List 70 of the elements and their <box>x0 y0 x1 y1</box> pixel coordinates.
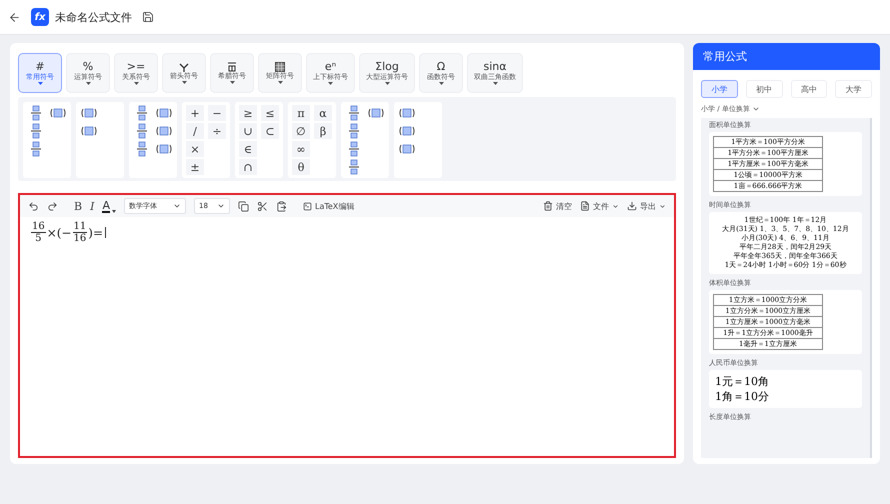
symbol-key[interactable]: + <box>186 105 204 121</box>
cut-icon[interactable] <box>256 200 268 212</box>
symbol-key[interactable]: α <box>314 105 332 121</box>
caret-icon <box>492 82 498 85</box>
symbol-key[interactable]: ± <box>186 159 204 175</box>
text-cursor <box>105 227 106 238</box>
symbol-key[interactable]: π <box>292 105 310 121</box>
file-title: 未命名公式文件 <box>55 10 132 24</box>
symbol-key[interactable]: ∩ <box>239 159 257 175</box>
caret-icon <box>134 82 138 85</box>
formula-line: 1角＝10分 <box>714 389 769 404</box>
chevron-down-icon <box>752 105 760 113</box>
symbol-key[interactable]: ⊂ <box>261 123 279 139</box>
fork-arrow-icon <box>178 62 190 72</box>
chevron-down-icon <box>172 202 181 210</box>
caret-icon <box>38 82 42 85</box>
fraction: 11 16 <box>72 221 88 244</box>
paste-icon[interactable] <box>276 200 287 212</box>
file-icon <box>580 201 590 211</box>
caret-icon <box>278 81 282 84</box>
symbol-key[interactable]: − <box>208 105 226 121</box>
formula-line: 1元＝10角 <box>714 374 769 389</box>
caret-icon <box>384 82 390 85</box>
download-icon <box>627 201 637 211</box>
save-icon[interactable] <box>142 11 154 23</box>
trash-icon <box>543 201 553 211</box>
chevron-down-icon <box>659 202 666 210</box>
symbol-key[interactable]: × <box>186 141 204 157</box>
caret-icon <box>438 82 444 85</box>
copy-icon[interactable] <box>238 200 249 212</box>
caret-icon <box>112 210 116 212</box>
symbol-key[interactable]: ∅ <box>292 123 310 139</box>
symbol-key[interactable]: ∪ <box>239 123 257 139</box>
level-tab[interactable]: 初中 <box>746 80 782 98</box>
fraction: 16 5 <box>31 221 46 244</box>
level-tab[interactable]: 大学 <box>835 80 872 98</box>
file-menu[interactable]: 文件 <box>580 200 619 212</box>
app-logo: fx <box>31 8 49 26</box>
clear-button[interactable]: 清空 <box>543 200 572 212</box>
symbol-key[interactable]: ÷ <box>208 123 226 139</box>
caret-icon <box>86 82 90 85</box>
symbol-key[interactable]: ≤ <box>261 105 279 121</box>
symbol-key[interactable]: ∞ <box>292 141 310 157</box>
chevron-down-icon <box>216 202 225 210</box>
symbol-key[interactable]: / <box>186 123 204 139</box>
formula-text: )= <box>88 226 104 240</box>
accent-icon <box>226 62 238 72</box>
export-menu[interactable]: 导出 <box>627 200 666 212</box>
symbol-key[interactable]: ≥ <box>239 105 257 121</box>
symbol-key[interactable]: ∈ <box>239 141 257 157</box>
latex-button[interactable]: LaTeX编辑 <box>302 200 354 212</box>
matrix-grid-icon <box>275 62 285 72</box>
sidebar-title: 常用公式 <box>693 43 880 70</box>
redo-icon[interactable] <box>47 200 58 212</box>
bold-button[interactable]: B <box>74 200 82 212</box>
italic-button[interactable]: I <box>90 200 94 212</box>
level-tab[interactable]: 高中 <box>790 80 828 98</box>
undo-icon[interactable] <box>28 200 39 212</box>
formula-text: ×(− <box>46 226 72 240</box>
caret-icon <box>328 82 333 85</box>
text-color-button[interactable]: A <box>102 200 116 212</box>
chevron-down-icon <box>612 202 619 210</box>
symbol-key[interactable]: θ <box>292 159 310 175</box>
level-tab[interactable]: 小学 <box>701 80 738 98</box>
terminal-icon <box>302 202 312 210</box>
caret-icon <box>230 81 234 84</box>
caret-icon <box>182 81 186 84</box>
formula-card[interactable]: 1元＝10角 1角＝10分 <box>709 370 862 408</box>
back-icon[interactable] <box>8 10 21 24</box>
symbol-key[interactable]: β <box>314 123 332 139</box>
